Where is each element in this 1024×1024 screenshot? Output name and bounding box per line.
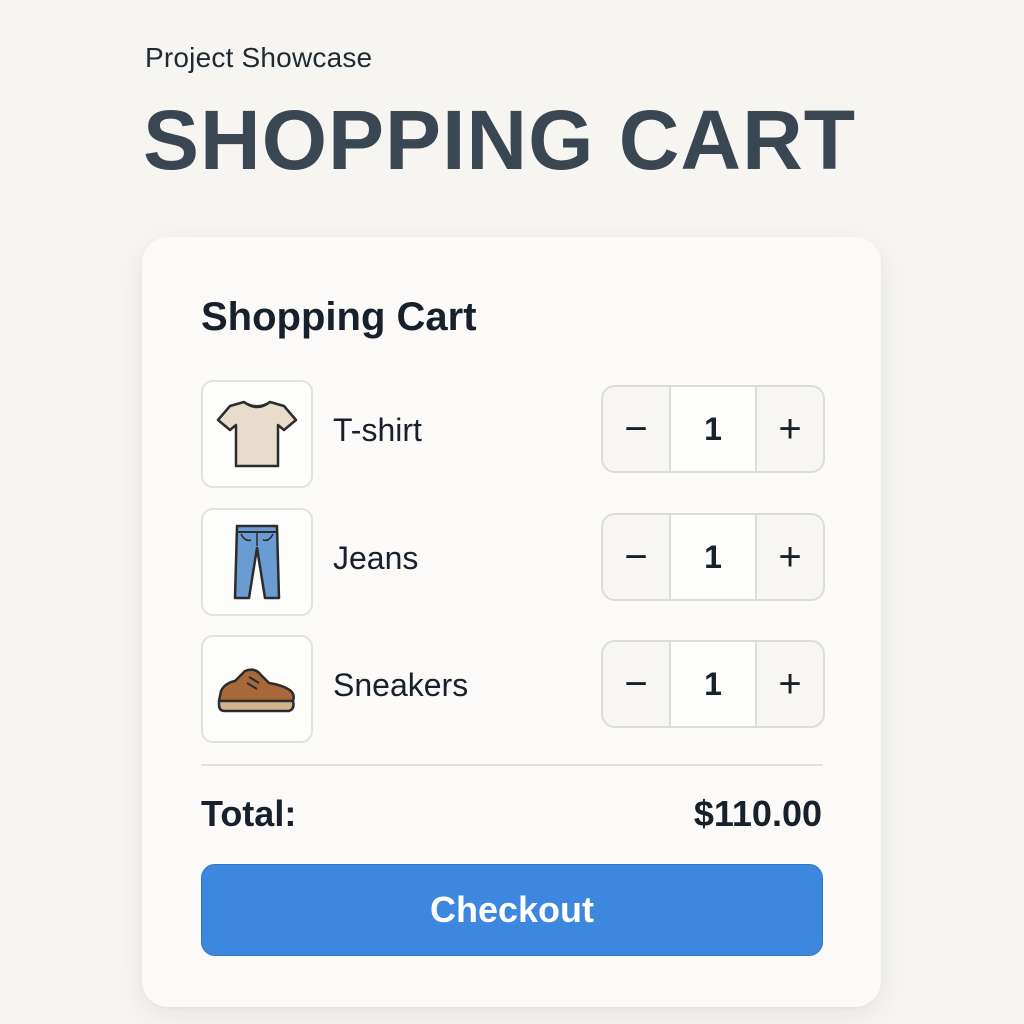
item-thumbnail [201, 635, 313, 743]
quantity-value[interactable]: 1 [669, 642, 757, 726]
divider [201, 764, 823, 766]
cart-title: Shopping Cart [201, 295, 477, 339]
decrement-button[interactable]: − [603, 387, 669, 471]
cart-card: Shopping Cart T-shirt − 1 + Jeans − 1 + … [142, 237, 881, 1007]
quantity-value[interactable]: 1 [669, 515, 757, 599]
cart-item-jeans: Jeans − 1 + [201, 508, 825, 616]
page: Project Showcase SHOPPING CART Shopping … [0, 0, 1024, 1024]
t-shirt-icon [216, 400, 298, 468]
item-name: Sneakers [333, 667, 469, 703]
total-label: Total: [201, 793, 297, 834]
item-thumbnail [201, 380, 313, 488]
quantity-stepper: − 1 + [601, 385, 825, 473]
increment-button[interactable]: + [757, 515, 823, 599]
page-title: SHOPPING CART [143, 93, 857, 187]
decrement-button[interactable]: − [603, 642, 669, 726]
item-name: Jeans [333, 540, 419, 576]
quantity-stepper: − 1 + [601, 513, 825, 601]
sneaker-icon [217, 668, 295, 713]
increment-button[interactable]: + [757, 642, 823, 726]
checkout-button[interactable]: Checkout [201, 864, 823, 956]
item-thumbnail [201, 508, 313, 616]
page-eyebrow: Project Showcase [145, 42, 373, 73]
item-name: T-shirt [333, 412, 422, 448]
decrement-button[interactable]: − [603, 515, 669, 599]
cart-item-tshirt: T-shirt − 1 + [201, 380, 825, 488]
total-value: $110.00 [693, 793, 822, 834]
increment-button[interactable]: + [757, 387, 823, 471]
cart-item-sneakers: Sneakers − 1 + [201, 635, 825, 743]
jeans-icon [233, 524, 281, 600]
quantity-stepper: − 1 + [601, 640, 825, 728]
quantity-value[interactable]: 1 [669, 387, 757, 471]
